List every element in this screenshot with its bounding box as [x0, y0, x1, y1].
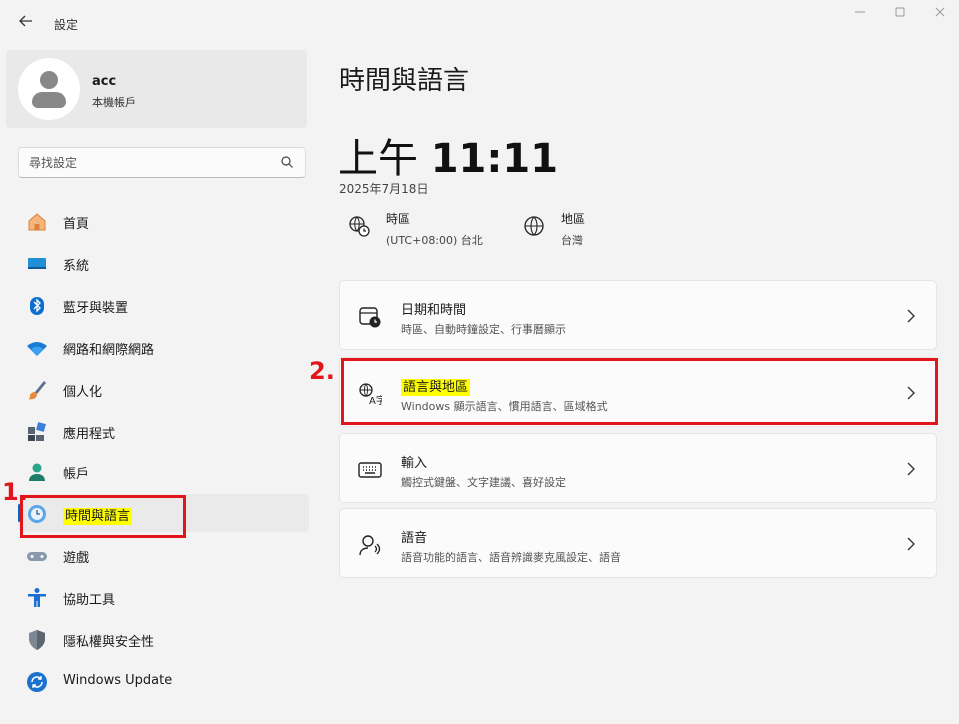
- home-icon: [26, 211, 48, 233]
- sidebar-item-bluetooth[interactable]: 藍牙與裝置: [18, 286, 309, 324]
- sidebar-item-label: 遊戲: [63, 551, 90, 566]
- globe-icon: [524, 216, 544, 236]
- annotation-box-1: [20, 495, 186, 538]
- apps-icon: [26, 421, 48, 443]
- brush-icon: [26, 379, 48, 401]
- timezone-info: 時區 (UTC+08:00) 台北: [347, 208, 517, 248]
- sidebar-item-label: 應用程式: [63, 427, 116, 442]
- sidebar-item-network[interactable]: 網路和網際網路: [18, 328, 309, 366]
- page-title: 時間與語言: [339, 66, 470, 96]
- maximize-button[interactable]: [885, 2, 915, 26]
- card-date-time[interactable]: 日期和時間 時區、自動時鐘設定、行事曆顯示: [339, 280, 937, 350]
- card-subtitle: 時區、自動時鐘設定、行事曆顯示: [401, 323, 566, 336]
- timezone-value: (UTC+08:00) 台北: [386, 234, 483, 247]
- sidebar-item-privacy[interactable]: 隱私權與安全性: [18, 620, 309, 658]
- card-title: 日期和時間: [401, 303, 467, 318]
- close-button[interactable]: [925, 2, 955, 26]
- search-input[interactable]: [29, 154, 269, 172]
- title-bar: 設定: [0, 0, 959, 48]
- system-icon: [26, 253, 48, 275]
- sidebar-item-accessibility[interactable]: 協助工具: [18, 578, 309, 616]
- sidebar-item-label: 隱私權與安全性: [63, 635, 155, 650]
- card-title: 輸入: [401, 456, 428, 471]
- sidebar-item-windows-update[interactable]: Windows Update: [18, 662, 309, 700]
- card-subtitle: 觸控式鍵盤、文字建議、喜好設定: [401, 476, 566, 489]
- region-title: 地區: [561, 212, 586, 226]
- region-info: 地區 台灣: [522, 208, 622, 248]
- wifi-icon: [26, 337, 48, 359]
- calendar-clock-icon: [359, 307, 381, 328]
- windows-update-icon: [26, 671, 48, 693]
- search-icon[interactable]: [279, 154, 295, 170]
- time-period: 上午: [338, 136, 418, 182]
- speech-icon: [359, 535, 381, 556]
- region-value: 台灣: [561, 234, 583, 247]
- annotation-step-2: 2.: [309, 357, 335, 385]
- account-icon: [26, 461, 48, 483]
- time-value: 11:11: [430, 136, 559, 182]
- accessibility-icon: [26, 587, 48, 609]
- annotation-box-2: [341, 358, 938, 425]
- sidebar-item-label: 藍牙與裝置: [63, 301, 129, 316]
- current-time: 上午 11:11: [338, 126, 558, 184]
- sidebar-item-label: 帳戶: [63, 467, 90, 482]
- profile-name: acc: [92, 74, 117, 89]
- profile-account-type: 本機帳戶: [92, 96, 136, 109]
- globe-clock-icon: [349, 216, 370, 237]
- timezone-title: 時區: [386, 212, 411, 226]
- chevron-right-icon: [907, 537, 915, 551]
- card-subtitle: 語音功能的語言、語音辨識麥克風設定、語音: [401, 551, 621, 564]
- sidebar-item-gaming[interactable]: 遊戲: [18, 536, 309, 574]
- keyboard-icon: [358, 462, 382, 478]
- back-arrow-icon[interactable]: [14, 12, 38, 36]
- sidebar-item-label: 首頁: [63, 217, 90, 232]
- app-title: 設定: [54, 18, 79, 32]
- shield-icon: [26, 629, 48, 651]
- sidebar-item-personalization[interactable]: 個人化: [18, 370, 309, 408]
- sidebar-item-system[interactable]: 系統: [18, 244, 309, 282]
- gamepad-icon: [26, 545, 48, 567]
- sidebar-item-home[interactable]: 首頁: [18, 202, 309, 240]
- sidebar-item-label: 網路和網際網路: [63, 343, 155, 358]
- current-date: 2025年7月18日: [339, 182, 429, 196]
- minimize-button[interactable]: [845, 2, 875, 26]
- sidebar-item-label: Windows Update: [63, 673, 173, 688]
- chevron-right-icon: [907, 309, 915, 323]
- chevron-right-icon: [907, 462, 915, 476]
- bluetooth-icon: [26, 295, 48, 317]
- card-speech[interactable]: 語音 語音功能的語言、語音辨識麥克風設定、語音: [339, 508, 937, 578]
- search-box[interactable]: [18, 147, 306, 178]
- sidebar-item-label: 系統: [63, 259, 90, 274]
- sidebar-item-accounts[interactable]: 帳戶: [18, 452, 309, 490]
- sidebar-item-apps[interactable]: 應用程式: [18, 412, 309, 450]
- card-input[interactable]: 輸入 觸控式鍵盤、文字建議、喜好設定: [339, 433, 937, 503]
- sidebar-item-label: 協助工具: [63, 593, 116, 608]
- avatar: [18, 58, 80, 120]
- profile-card[interactable]: acc 本機帳戶: [6, 50, 307, 128]
- card-title: 語音: [401, 531, 428, 546]
- sidebar-item-label: 個人化: [63, 385, 103, 400]
